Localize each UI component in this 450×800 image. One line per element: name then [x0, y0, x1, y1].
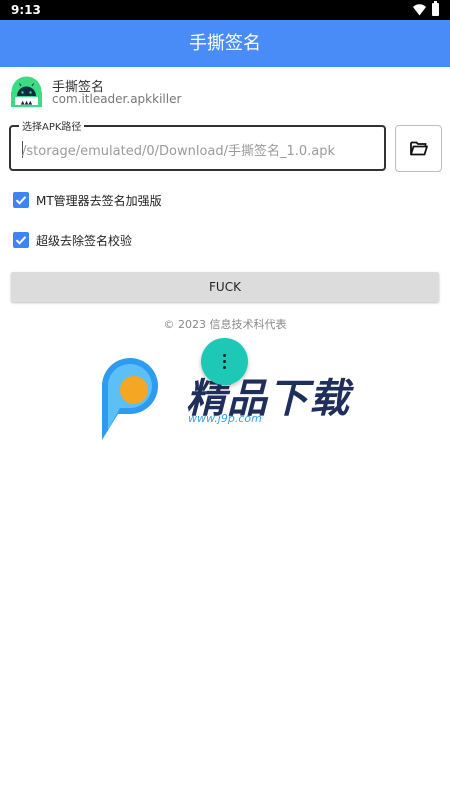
option-label: MT管理器去签名加强版: [36, 194, 162, 208]
app-info: ▲▲▲ 手撕签名 com.itleader.apkkiller: [11, 76, 411, 108]
battery-icon: [432, 1, 439, 16]
browse-folder-button[interactable]: [395, 125, 442, 172]
copyright-text: © 2023 信息技术科代表: [163, 318, 287, 331]
status-bar: 9:13: [0, 0, 450, 20]
check-icon: [15, 196, 27, 205]
folder-icon: [410, 141, 428, 156]
more-options-fab[interactable]: [201, 338, 248, 385]
more-vert-icon-dot: [223, 360, 226, 363]
status-time: 9:13: [11, 3, 41, 17]
watermark-url: www.j9p.com: [188, 412, 262, 425]
app-package: com.itleader.apkkiller: [52, 92, 182, 106]
apk-path-value[interactable]: /storage/emulated/0/Download/手撕签名_1.0.ap…: [22, 140, 335, 159]
option-label: 超级去除签名校验: [36, 234, 133, 248]
fuck-button[interactable]: FUCK: [11, 272, 439, 302]
apk-path-field[interactable]: 选择APK路径 /storage/emulated/0/Download/手撕签…: [9, 118, 386, 171]
wifi-icon: [413, 4, 426, 16]
more-vert-icon-dot: [223, 354, 226, 357]
apk-path-legend: 选择APK路径: [19, 118, 85, 133]
checkbox[interactable]: [13, 232, 29, 248]
check-icon: [15, 236, 27, 245]
app-bar: 手撕签名: [0, 20, 450, 67]
checkbox[interactable]: [13, 192, 29, 208]
svg-text:▲▲▲: ▲▲▲: [21, 100, 33, 106]
android-app-icon: ▲▲▲: [11, 76, 42, 107]
watermark-logo: [102, 358, 158, 440]
app-bar-title: 手撕签名: [189, 33, 261, 54]
more-vert-icon-dot: [223, 366, 226, 369]
